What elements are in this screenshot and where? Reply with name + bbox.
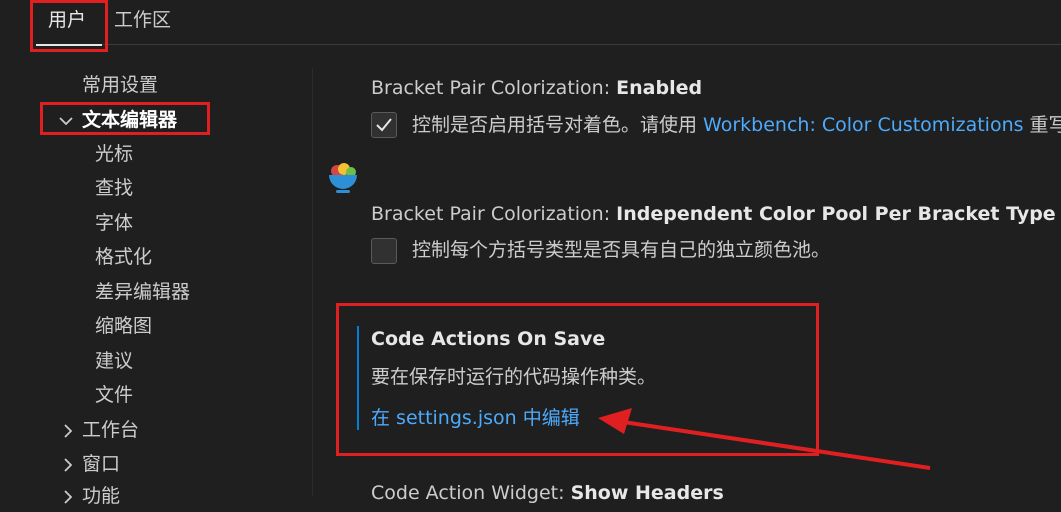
toc-item-common[interactable]: 常用设置	[82, 73, 158, 97]
toc-item-cursor[interactable]: 光标	[95, 142, 133, 166]
bracket-colorization-checkbox[interactable]	[371, 112, 397, 138]
toc-item-text-editor[interactable]: 文本编辑器	[82, 108, 177, 132]
setting-desc-bracket-colorization: 控制是否启用括号对着色。请使用 Workbench: Color Customi…	[412, 114, 1061, 136]
active-tab-underline	[36, 44, 102, 46]
salad-bowl-icon	[326, 162, 360, 200]
toc-item-font[interactable]: 字体	[95, 211, 133, 235]
toc-item-suggestions[interactable]: 建议	[95, 349, 133, 373]
checkmark-icon	[376, 118, 392, 132]
chevron-right-icon[interactable]	[60, 418, 76, 446]
toc-item-files[interactable]: 文件	[95, 383, 133, 407]
tab-workspace[interactable]: 工作区	[114, 8, 171, 32]
toc-item-window[interactable]: 窗口	[82, 452, 120, 476]
edit-in-settings-json-link[interactable]: 在 settings.json 中编辑	[371, 406, 580, 430]
toc-item-minimap[interactable]: 缩略图	[95, 314, 152, 338]
setting-desc-code-actions: 要在保存时运行的代码操作种类。	[371, 366, 657, 388]
sidebar-divider	[312, 68, 313, 496]
chevron-right-icon[interactable]	[60, 484, 76, 512]
setting-title-bracket-colorization: Bracket Pair Colorization: Enabled	[371, 77, 703, 99]
tab-user[interactable]: 用户	[48, 8, 86, 32]
toc-item-find[interactable]: 查找	[95, 176, 133, 200]
tabs-divider	[36, 44, 1061, 45]
setting-title-independent-pool: Bracket Pair Colorization: Independent C…	[371, 203, 1056, 225]
color-customizations-link[interactable]: Workbench: Color Customizations	[703, 114, 1023, 136]
setting-title-code-actions: Code Actions On Save	[371, 328, 606, 350]
annotation-arrow	[598, 408, 931, 470]
chevron-right-icon[interactable]	[60, 452, 76, 480]
setting-title-code-action-widget: Code Action Widget: Show Headers	[371, 482, 724, 504]
toc-item-features[interactable]: 功能	[82, 484, 120, 508]
toc-item-diff-editor[interactable]: 差异编辑器	[95, 280, 190, 304]
chevron-down-icon[interactable]	[58, 108, 74, 136]
independent-pool-checkbox[interactable]	[371, 238, 397, 264]
setting-desc-independent-pool: 控制每个方括号类型是否具有自己的独立颜色池。	[412, 239, 831, 261]
focused-setting-indicator	[357, 326, 359, 430]
toc-item-formatting[interactable]: 格式化	[95, 245, 152, 269]
toc-item-workbench[interactable]: 工作台	[82, 418, 139, 442]
